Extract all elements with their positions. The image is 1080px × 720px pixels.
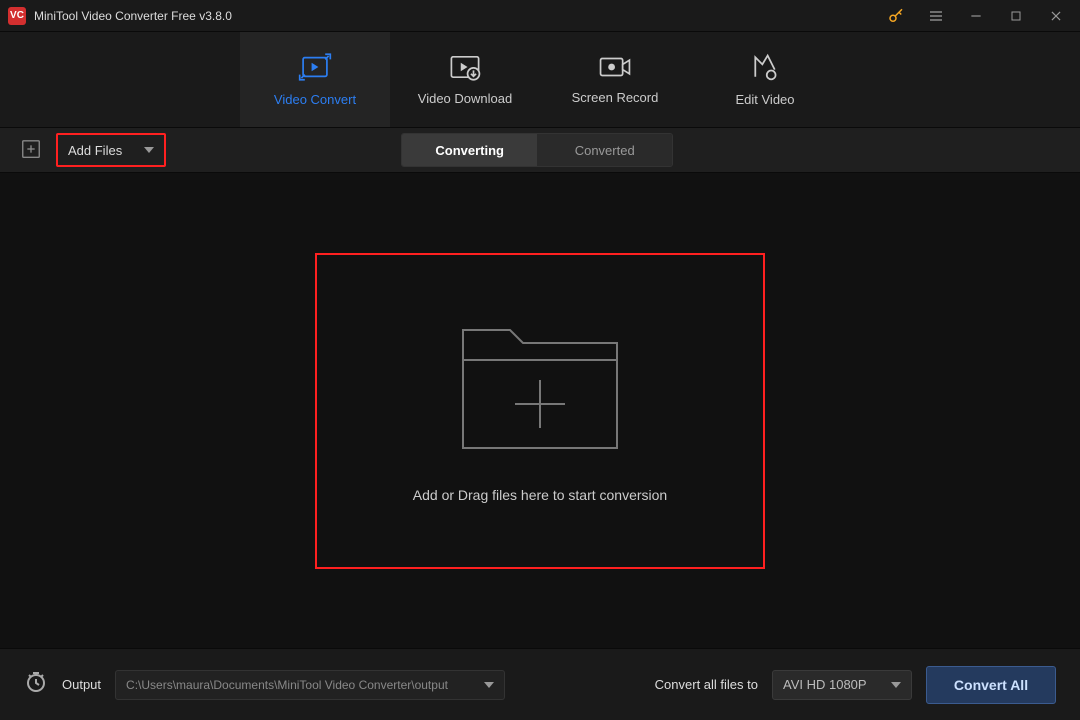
output-path-field[interactable]: C:\Users\maura\Documents\MiniTool Video … <box>115 670 505 700</box>
output-label: Output <box>62 677 101 692</box>
close-button[interactable] <box>1040 0 1072 32</box>
tab-label: Video Download <box>418 91 512 106</box>
main-area: Add or Drag files here to start conversi… <box>0 173 1080 648</box>
chevron-down-icon <box>891 682 901 688</box>
maximize-button[interactable] <box>1000 0 1032 32</box>
output-path-text: C:\Users\maura\Documents\MiniTool Video … <box>126 678 484 692</box>
convert-all-button[interactable]: Convert All <box>926 666 1056 704</box>
convert-toggle: Converting Converted <box>401 133 673 167</box>
tab-video-download[interactable]: Video Download <box>390 32 540 127</box>
tab-screen-record[interactable]: Screen Record <box>540 32 690 127</box>
format-value: AVI HD 1080P <box>783 677 883 692</box>
tab-edit-video[interactable]: Edit Video <box>690 32 840 127</box>
converted-tab[interactable]: Converted <box>537 134 672 166</box>
main-nav: Video Convert Video Download Screen Reco… <box>0 32 1080 127</box>
tab-label: Screen Record <box>572 90 659 105</box>
tab-label: Video Convert <box>274 92 356 107</box>
tab-label: Edit Video <box>735 92 794 107</box>
key-icon[interactable] <box>880 0 912 32</box>
add-file-icon[interactable] <box>20 138 44 162</box>
clock-icon[interactable] <box>24 670 48 699</box>
chevron-down-icon <box>144 147 154 153</box>
app-logo-icon: VC <box>8 7 26 25</box>
minimize-button[interactable] <box>960 0 992 32</box>
menu-icon[interactable] <box>920 0 952 32</box>
folder-plus-icon <box>455 318 625 463</box>
titlebar: VC MiniTool Video Converter Free v3.8.0 <box>0 0 1080 32</box>
toolbar: Add Files Converting Converted <box>0 127 1080 173</box>
add-files-button[interactable]: Add Files <box>56 133 166 167</box>
footer: Output C:\Users\maura\Documents\MiniTool… <box>0 648 1080 720</box>
format-select[interactable]: AVI HD 1080P <box>772 670 912 700</box>
drop-zone[interactable]: Add or Drag files here to start conversi… <box>315 253 765 569</box>
converting-tab[interactable]: Converting <box>402 134 537 166</box>
convert-all-label: Convert all files to <box>655 677 758 692</box>
app-title: MiniTool Video Converter Free v3.8.0 <box>34 9 880 23</box>
add-files-label: Add Files <box>68 143 122 158</box>
tab-video-convert[interactable]: Video Convert <box>240 32 390 127</box>
drop-hint: Add or Drag files here to start conversi… <box>413 487 667 503</box>
chevron-down-icon <box>484 682 494 688</box>
